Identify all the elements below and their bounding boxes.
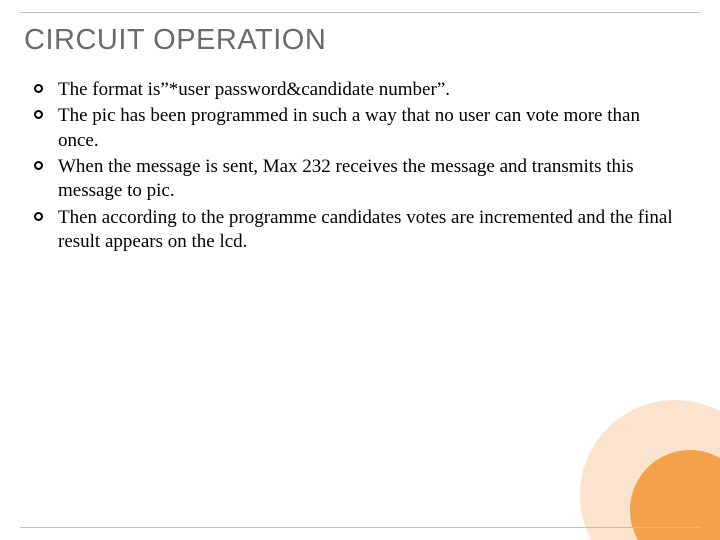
list-item: The pic has been programmed in such a wa… [32, 104, 680, 153]
list-item: When the message is sent, Max 232 receiv… [32, 155, 680, 204]
list-item-text: When the message is sent, Max 232 receiv… [58, 156, 634, 201]
list-item-text: The format is”*user password&candidate n… [58, 79, 450, 100]
divider-top [20, 12, 700, 13]
list-item: The format is”*user password&candidate n… [32, 78, 680, 102]
slide-body: The format is”*user password&candidate n… [32, 78, 680, 256]
list-item-text: The pic has been programmed in such a wa… [58, 105, 640, 150]
bullet-list: The format is”*user password&candidate n… [32, 78, 680, 254]
list-item-text: Then according to the programme candidat… [58, 207, 673, 252]
list-item: Then according to the programme candidat… [32, 206, 680, 255]
slide-title: CIRCUIT OPERATION [24, 24, 326, 57]
divider-bottom [20, 527, 700, 528]
slide: CIRCUIT OPERATION The format is”*user pa… [0, 0, 720, 540]
